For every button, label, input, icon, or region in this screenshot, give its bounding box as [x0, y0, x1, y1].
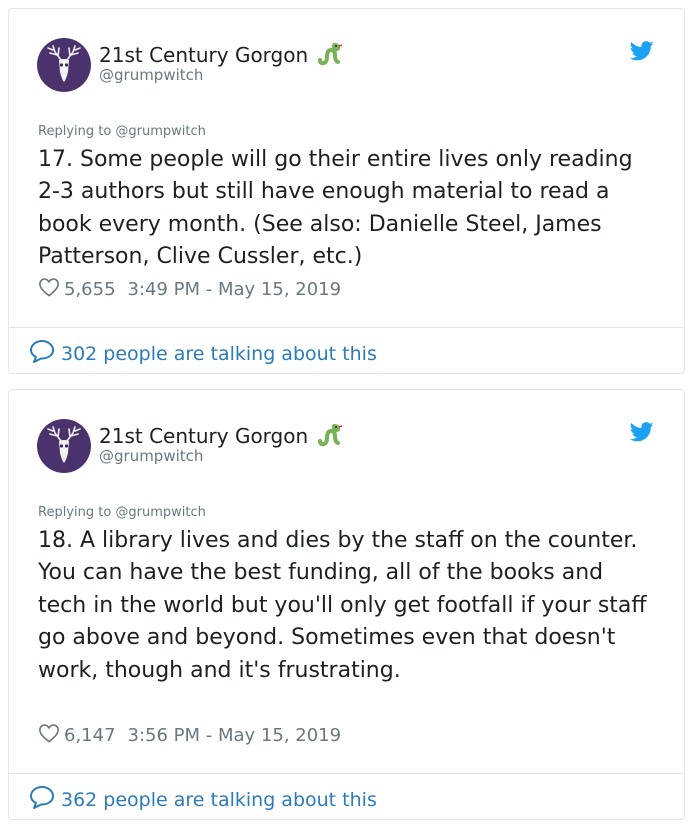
snake-icon [316, 40, 343, 70]
display-name[interactable]: 21st Century Gorgon [99, 424, 308, 448]
tweet-text: 17. Some people will go their entire liv… [38, 147, 633, 270]
handle[interactable]: @grumpwitch [99, 66, 203, 84]
handle[interactable]: @grumpwitch [99, 447, 203, 465]
timestamp[interactable]: 3:56 PM - May 15, 2019 [128, 725, 342, 746]
display-name[interactable]: 21st Century Gorgon [99, 43, 308, 67]
tweet-card[interactable]: 21st Century Gorgon @grumpwitch Replying… [8, 389, 685, 820]
tweet-card[interactable]: 21st Century Gorgon @grumpwitch Replying… [8, 8, 685, 374]
deer-skull-avatar-image [37, 38, 91, 92]
speech-bubble-icon [29, 785, 55, 814]
talking-about-text[interactable]: 302 people are talking about this [61, 343, 377, 365]
like-count[interactable]: 5,655 [64, 279, 116, 300]
speech-bubble-icon [29, 339, 55, 368]
divider [9, 773, 684, 774]
timestamp[interactable]: 3:49 PM - May 15, 2019 [128, 279, 342, 300]
twitter-bird-icon[interactable] [629, 422, 654, 446]
tweet-meta: 6,147 3:56 PM - May 15, 2019 [38, 723, 341, 748]
talking-about-link[interactable]: 302 people are talking about this [29, 339, 377, 368]
divider [9, 327, 684, 328]
heart-icon[interactable] [38, 723, 60, 748]
avatar[interactable] [37, 38, 91, 92]
like-count[interactable]: 6,147 [64, 725, 116, 746]
avatar[interactable] [37, 419, 91, 473]
tweet-text: 18. A library lives and dies by the staf… [38, 528, 647, 683]
tweet-meta: 5,655 3:49 PM - May 15, 2019 [38, 277, 341, 302]
talking-about-link[interactable]: 362 people are talking about this [29, 785, 377, 814]
replying-to[interactable]: Replying to @grumpwitch [38, 124, 206, 139]
talking-about-text[interactable]: 362 people are talking about this [61, 789, 377, 811]
heart-icon[interactable] [38, 277, 60, 302]
deer-skull-avatar-image [37, 419, 91, 473]
replying-to[interactable]: Replying to @grumpwitch [38, 505, 206, 520]
twitter-bird-icon[interactable] [629, 41, 654, 65]
snake-icon [316, 421, 343, 451]
